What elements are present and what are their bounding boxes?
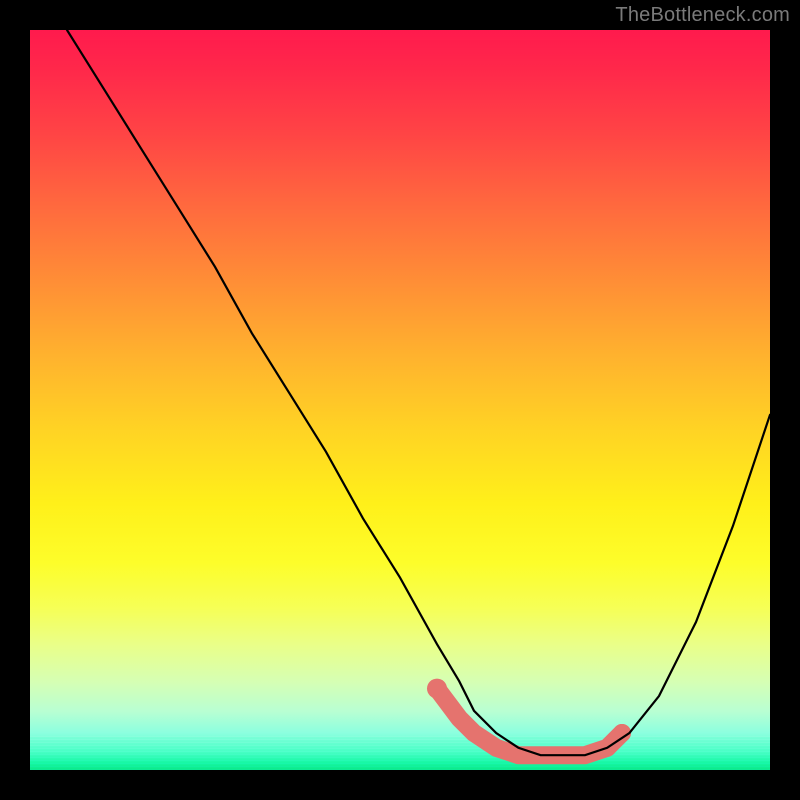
plot-area xyxy=(30,30,770,770)
bottleneck-curve xyxy=(67,30,770,755)
watermark-text: TheBottleneck.com xyxy=(615,4,790,27)
chart-frame: TheBottleneck.com xyxy=(0,0,800,800)
chart-svg xyxy=(30,30,770,770)
bottom-marker-band xyxy=(427,679,631,757)
